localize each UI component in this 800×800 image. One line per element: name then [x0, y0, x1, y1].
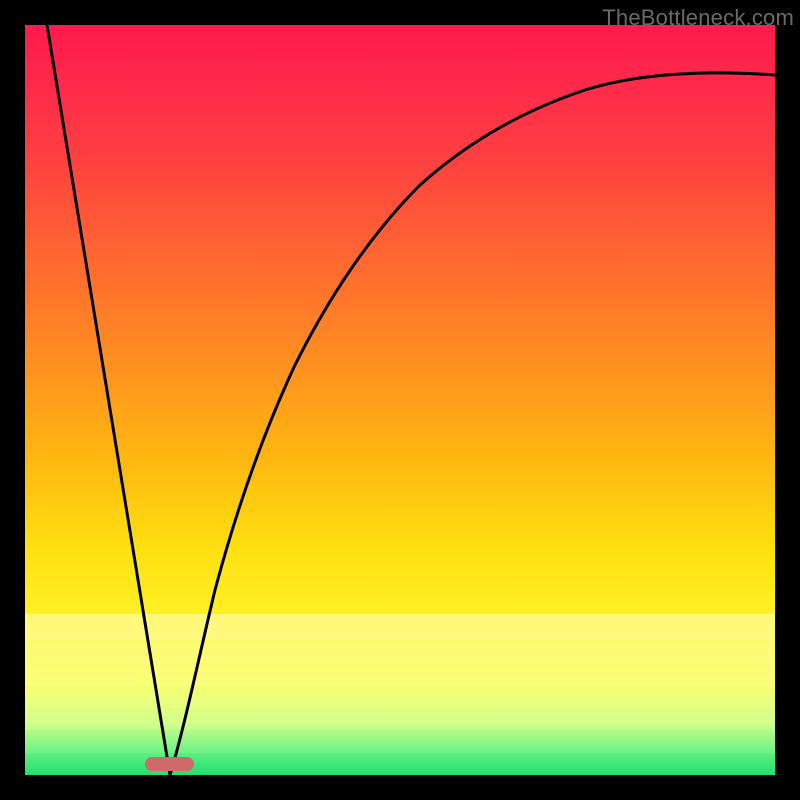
curve-layer: [25, 25, 775, 775]
curve-path: [47, 25, 775, 775]
bottom-marker: [145, 757, 194, 771]
plot-area: [25, 25, 775, 775]
chart-frame: TheBottleneck.com: [0, 0, 800, 800]
watermark-text: TheBottleneck.com: [602, 5, 794, 31]
